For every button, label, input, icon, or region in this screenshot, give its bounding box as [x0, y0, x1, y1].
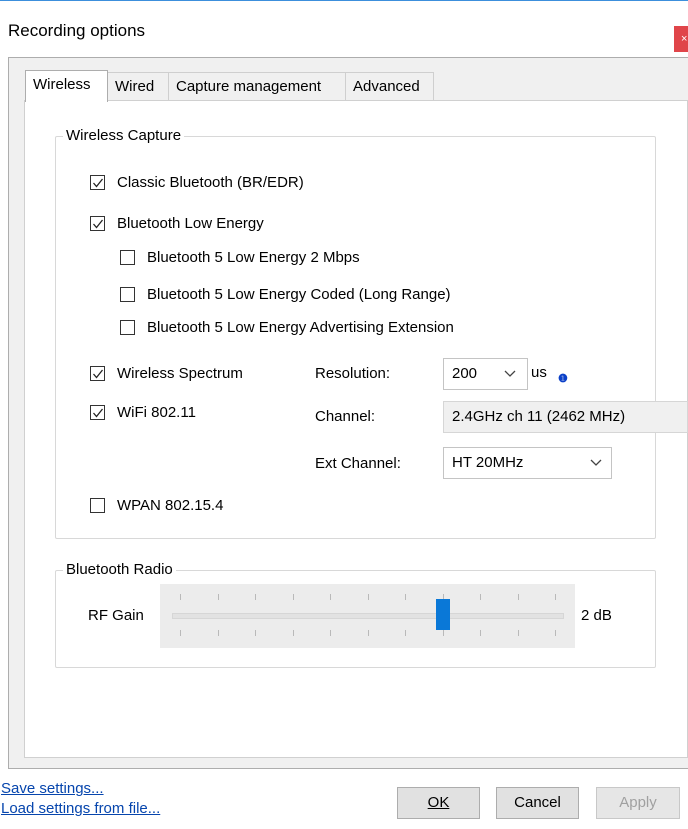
slider-tick: [218, 594, 219, 600]
cancel-button[interactable]: Cancel: [496, 787, 579, 819]
check-icon: [93, 178, 104, 188]
resolution-select[interactable]: 200: [443, 358, 528, 390]
check-icon: [93, 219, 104, 229]
classic-bluetooth-checkbox[interactable]: [90, 175, 105, 190]
slider-tick: [368, 594, 369, 600]
slider-tick: [405, 594, 406, 600]
ble-adv-ext-label: Bluetooth 5 Low Energy Advertising Exten…: [147, 319, 454, 336]
slider-tick: [480, 630, 481, 636]
slider-tick: [368, 630, 369, 636]
wpan-checkbox[interactable]: [90, 498, 105, 513]
cancel-label: Cancel: [514, 794, 561, 811]
ext-channel-select[interactable]: HT 20MHz: [443, 447, 612, 479]
ble-checkbox[interactable]: [90, 216, 105, 231]
rf-gain-slider-thumb[interactable]: [436, 599, 450, 630]
ok-button[interactable]: OK: [397, 787, 480, 819]
ok-label: OK: [427, 794, 450, 811]
channel-field[interactable]: 2.4GHz ch 11 (2462 MHz): [443, 401, 688, 433]
ble-coded-label: Bluetooth 5 Low Energy Coded (Long Range…: [147, 286, 451, 303]
tab-wired[interactable]: Wired: [107, 72, 169, 100]
slider-tick: [405, 630, 406, 636]
window-top-border: [0, 0, 688, 1]
wifi-checkbox[interactable]: [90, 405, 105, 420]
ble-label: Bluetooth Low Energy: [117, 215, 264, 232]
resolution-value: 200: [452, 365, 478, 382]
slider-tick: [330, 594, 331, 600]
ble-2mbps-label: Bluetooth 5 Low Energy 2 Mbps: [147, 249, 360, 266]
tab-wireless[interactable]: Wireless: [25, 70, 108, 102]
rf-gain-slider-track: [172, 613, 564, 619]
tab-advanced[interactable]: Advanced: [345, 72, 434, 100]
chevron-down-icon: [590, 459, 602, 466]
ble-2mbps-checkbox[interactable]: [120, 250, 135, 265]
save-settings-link[interactable]: Save settings...: [1, 780, 104, 797]
chevron-down-icon: [504, 370, 516, 377]
slider-tick: [293, 630, 294, 636]
slider-tick: [555, 630, 556, 636]
slider-tick: [518, 630, 519, 636]
rf-gain-value: 2 dB: [581, 607, 612, 624]
slider-tick: [180, 630, 181, 636]
slider-tick: [443, 630, 444, 636]
check-icon: [93, 408, 104, 418]
slider-tick: [218, 630, 219, 636]
resolution-unit: us: [531, 364, 547, 381]
resolution-label: Resolution:: [315, 365, 391, 382]
window-title: Recording options: [8, 21, 146, 40]
slider-tick: [255, 594, 256, 600]
wireless-spectrum-checkbox[interactable]: [90, 366, 105, 381]
wpan-label: WPAN 802.15.4: [117, 497, 224, 514]
wifi-label: WiFi 802.11: [117, 404, 196, 421]
ext-channel-label: Ext Channel:: [315, 455, 401, 472]
apply-button[interactable]: Apply: [596, 787, 680, 819]
tab-capture-management[interactable]: Capture management: [168, 72, 346, 100]
load-settings-link[interactable]: Load settings from file...: [1, 800, 160, 817]
slider-tick: [180, 594, 181, 600]
slider-tick: [480, 594, 481, 600]
ble-adv-ext-checkbox[interactable]: [120, 320, 135, 335]
slider-tick: [330, 630, 331, 636]
channel-label: Channel:: [315, 408, 376, 425]
slider-tick: [555, 594, 556, 600]
check-icon: [93, 369, 104, 379]
info-icon[interactable]: ❶: [558, 373, 568, 385]
rf-gain-label: RF Gain: [88, 607, 144, 624]
bluetooth-radio-legend: Bluetooth Radio: [63, 561, 176, 578]
slider-tick: [518, 594, 519, 600]
wireless-spectrum-label: Wireless Spectrum: [117, 365, 243, 382]
close-button[interactable]: ×: [674, 26, 688, 52]
ble-coded-checkbox[interactable]: [120, 287, 135, 302]
apply-label: Apply: [619, 794, 657, 811]
slider-tick: [293, 594, 294, 600]
ext-channel-value: HT 20MHz: [452, 454, 524, 471]
slider-tick: [255, 630, 256, 636]
wireless-capture-legend: Wireless Capture: [63, 127, 185, 144]
classic-bluetooth-label: Classic Bluetooth (BR/EDR): [117, 174, 304, 191]
